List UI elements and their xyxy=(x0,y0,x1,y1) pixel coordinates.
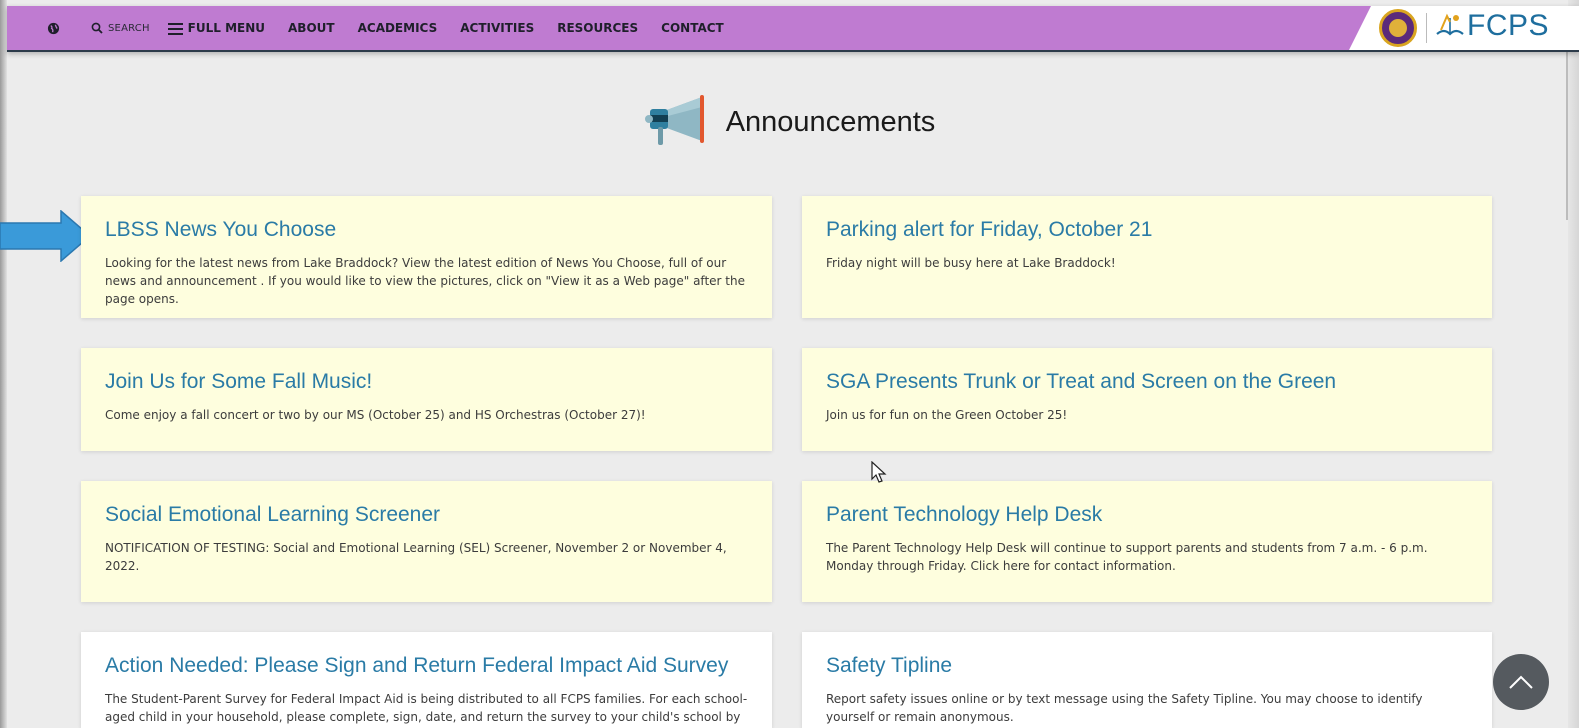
announcement-summary: The Parent Technology Help Desk will con… xyxy=(826,541,1428,573)
full-menu-label: FULL MENU xyxy=(187,21,266,35)
announcement-summary: Come enjoy a fall concert or two by our … xyxy=(105,408,646,422)
announcement-summary: Friday night will be busy here at Lake B… xyxy=(826,256,1116,270)
announcement-title-link[interactable]: Parent Technology Help Desk xyxy=(826,503,1468,527)
announcement-card: SGA Presents Trunk or Treat and Screen o… xyxy=(802,348,1492,451)
announcement-card: Parent Technology Help Desk The Parent T… xyxy=(802,481,1492,602)
nav-about[interactable]: ABOUT xyxy=(288,21,335,35)
school-seal-logo[interactable] xyxy=(1379,9,1417,47)
announcement-title-link[interactable]: Social Emotional Learning Screener xyxy=(105,503,748,527)
page-title: Announcements xyxy=(725,105,936,138)
announcement-title-link[interactable]: LBSS News You Choose xyxy=(105,218,748,242)
hamburger-icon xyxy=(167,22,183,35)
announcement-title-link[interactable]: Action Needed: Please Sign and Return Fe… xyxy=(105,654,748,678)
announcement-summary: Report safety issues online or by text m… xyxy=(826,692,1423,724)
announcement-card: Social Emotional Learning Screener NOTIF… xyxy=(81,481,772,602)
announcement-summary: The Student-Parent Survey for Federal Im… xyxy=(105,692,748,724)
full-menu-button[interactable]: FULL MENU xyxy=(167,21,266,35)
search-icon xyxy=(91,22,103,34)
announcement-summary: Looking for the latest news from Lake Br… xyxy=(105,256,745,306)
nav-contact[interactable]: CONTACT xyxy=(661,21,724,35)
logo-area[interactable]: FCPS xyxy=(1349,6,1579,50)
pointer-arrow-icon xyxy=(0,210,92,262)
logo-divider xyxy=(1426,13,1427,43)
globe-icon[interactable] xyxy=(47,22,65,35)
announcement-title-link[interactable]: Join Us for Some Fall Music! xyxy=(105,370,748,394)
main-nav: SEARCH FULL MENU ABOUT ACADEMICS ACTIVIT… xyxy=(47,6,747,50)
megaphone-icon xyxy=(644,95,704,145)
announcement-summary: Join us for fun on the Green October 25! xyxy=(826,408,1068,422)
announcement-card: Join Us for Some Fall Music! Come enjoy … xyxy=(81,348,772,451)
top-navigation-bar: SEARCH FULL MENU ABOUT ACADEMICS ACTIVIT… xyxy=(7,6,1579,52)
nav-academics[interactable]: ACADEMICS xyxy=(358,21,438,35)
announcement-summary: NOTIFICATION OF TESTING: Social and Emot… xyxy=(105,541,727,573)
announcement-title-link[interactable]: SGA Presents Trunk or Treat and Screen o… xyxy=(826,370,1468,394)
announcement-title-link[interactable]: Safety Tipline xyxy=(826,654,1468,678)
mouse-cursor-icon xyxy=(871,461,887,483)
back-to-top-button[interactable] xyxy=(1493,654,1549,710)
announcements-header: Announcements xyxy=(0,92,1579,152)
announcement-card: Parking alert for Friday, October 21 Fri… xyxy=(802,196,1492,318)
announcement-title-link[interactable]: Parking alert for Friday, October 21 xyxy=(826,218,1468,242)
search-label: SEARCH xyxy=(108,22,150,34)
announcement-card: Action Needed: Please Sign and Return Fe… xyxy=(81,632,772,728)
announcement-card: Safety Tipline Report safety issues onli… xyxy=(802,632,1492,728)
fcps-logo-text[interactable]: FCPS xyxy=(1467,9,1549,43)
nav-resources[interactable]: RESOURCES xyxy=(557,21,638,35)
nav-activities[interactable]: ACTIVITIES xyxy=(460,21,534,35)
announcement-card: LBSS News You Choose Looking for the lat… xyxy=(81,196,772,318)
fcps-book-icon xyxy=(1436,13,1464,36)
search-button[interactable]: SEARCH xyxy=(91,22,150,34)
chevron-up-icon xyxy=(1509,675,1533,689)
